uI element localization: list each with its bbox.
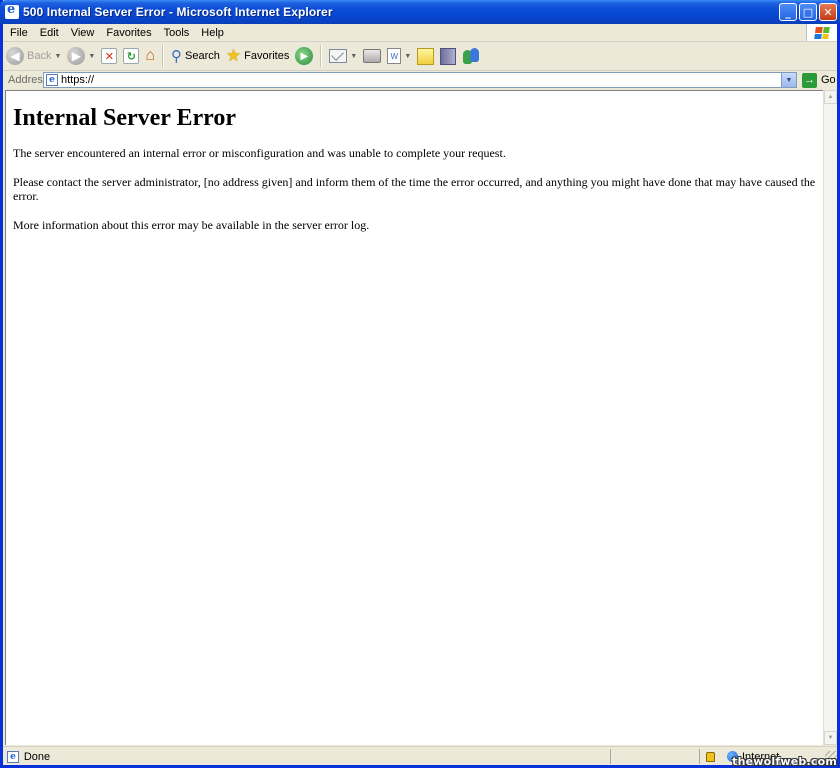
forward-dropdown-icon[interactable]: ▼ bbox=[88, 53, 95, 60]
error-paragraph: The server encountered an internal error… bbox=[13, 146, 506, 160]
lock-icon bbox=[706, 751, 715, 762]
back-button[interactable]: ◀ Back ▼ bbox=[3, 44, 64, 68]
maximize-button[interactable]: □ bbox=[799, 3, 817, 21]
watermark: thewolfweb.com bbox=[732, 755, 837, 768]
minimize-button[interactable]: _ bbox=[779, 3, 797, 21]
mail-dropdown-icon[interactable]: ▼ bbox=[350, 53, 357, 60]
note-icon bbox=[417, 47, 435, 65]
close-button[interactable]: ✕ bbox=[819, 3, 837, 21]
status-bar: e Done Internet bbox=[3, 746, 837, 766]
printer-icon bbox=[363, 49, 382, 63]
back-label: Back bbox=[27, 50, 52, 62]
back-dropdown-icon[interactable]: ▼ bbox=[54, 53, 61, 60]
scroll-down-icon[interactable]: ▼ bbox=[824, 731, 837, 745]
scroll-up-icon[interactable]: ▲ bbox=[824, 90, 837, 104]
go-label: Go bbox=[821, 74, 836, 86]
stop-button[interactable]: ✕ bbox=[98, 44, 120, 68]
media-button[interactable]: ▶ bbox=[292, 44, 316, 68]
search-label: Search bbox=[185, 50, 220, 62]
menu-bar: File Edit View Favorites Tools Help bbox=[3, 24, 837, 42]
messenger-button[interactable] bbox=[459, 44, 483, 68]
title-bar[interactable]: 500 Internal Server Error - Microsoft In… bbox=[0, 0, 840, 24]
address-input[interactable] bbox=[61, 73, 761, 87]
star-icon: ★ bbox=[225, 46, 242, 65]
print-button[interactable] bbox=[360, 44, 384, 68]
menu-view[interactable]: View bbox=[65, 27, 101, 39]
home-icon: ⌂ bbox=[145, 47, 156, 64]
page-icon: e bbox=[7, 750, 19, 763]
page-content: Internal Server Error The server encount… bbox=[5, 90, 823, 745]
forward-arrow-icon: ▶ bbox=[67, 47, 86, 65]
edit-button[interactable]: W ▼ bbox=[384, 44, 414, 68]
address-field[interactable]: e ▼ bbox=[43, 72, 797, 88]
status-pane bbox=[610, 749, 699, 764]
menu-help[interactable]: Help bbox=[195, 27, 230, 39]
edit-document-icon: W bbox=[387, 48, 402, 64]
status-text: Done bbox=[23, 750, 51, 763]
back-arrow-icon: ◀ bbox=[6, 47, 24, 65]
menu-tools[interactable]: Tools bbox=[158, 27, 196, 39]
go-button[interactable]: → Go bbox=[802, 72, 836, 88]
address-label: Address bbox=[8, 74, 49, 86]
go-arrow-icon: → bbox=[802, 72, 817, 88]
toolbar-separator bbox=[320, 45, 323, 67]
favorites-button[interactable]: ★ Favorites bbox=[223, 44, 293, 68]
address-dropdown-icon[interactable]: ▼ bbox=[781, 73, 796, 87]
search-icon: ⚲ bbox=[171, 48, 183, 65]
messenger-icon bbox=[462, 47, 480, 65]
ie-icon[interactable] bbox=[5, 2, 19, 19]
menu-file[interactable]: File bbox=[3, 27, 34, 39]
stop-icon: ✕ bbox=[101, 48, 118, 64]
research-icon bbox=[440, 47, 457, 65]
mail-button[interactable]: ▼ bbox=[326, 44, 360, 68]
page-heading: Internal Server Error bbox=[13, 105, 237, 131]
contact-paragraph: Please contact the server administrator,… bbox=[13, 175, 816, 203]
window-title: 500 Internal Server Error - Microsoft In… bbox=[23, 5, 333, 19]
discuss-button[interactable] bbox=[414, 44, 437, 68]
search-button[interactable]: ⚲ Search bbox=[168, 44, 223, 68]
home-button[interactable]: ⌂ bbox=[142, 44, 158, 68]
menu-favorites[interactable]: Favorites bbox=[100, 27, 157, 39]
toolbar-separator bbox=[162, 45, 165, 67]
media-icon: ▶ bbox=[295, 47, 314, 65]
refresh-icon: ↻ bbox=[123, 48, 140, 64]
standard-toolbar: ◀ Back ▼ ▶ ▼ ✕ ↻ ⌂ ⚲ Search ★ Favorites … bbox=[3, 42, 837, 71]
windows-logo-icon bbox=[806, 24, 837, 41]
refresh-button[interactable]: ↻ bbox=[120, 44, 142, 68]
research-button[interactable] bbox=[437, 44, 459, 68]
vertical-scrollbar[interactable]: ▲ ▼ bbox=[823, 90, 837, 745]
browser-window: 500 Internal Server Error - Microsoft In… bbox=[0, 0, 840, 768]
forward-button[interactable]: ▶ ▼ bbox=[64, 44, 98, 68]
menu-edit[interactable]: Edit bbox=[34, 27, 65, 39]
mail-icon bbox=[329, 49, 348, 63]
edit-dropdown-icon[interactable]: ▼ bbox=[404, 53, 411, 60]
page-icon: e bbox=[46, 74, 58, 86]
favorites-label: Favorites bbox=[244, 50, 290, 62]
info-paragraph: More information about this error may be… bbox=[13, 218, 370, 232]
address-bar: Address e ▼ → Go bbox=[3, 71, 837, 89]
caption-buttons: _ □ ✕ bbox=[779, 3, 837, 21]
